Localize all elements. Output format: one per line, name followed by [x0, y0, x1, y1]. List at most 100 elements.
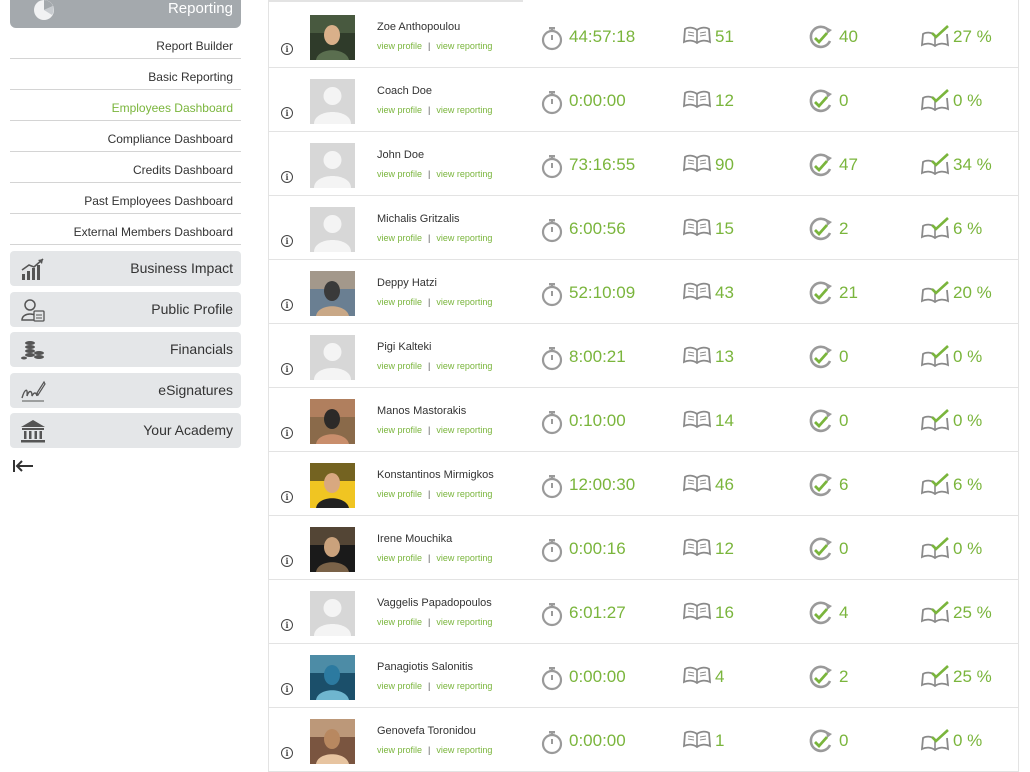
courses-value: 43 [715, 283, 734, 302]
courses-value: 15 [715, 219, 734, 238]
view-profile-link[interactable]: view profile [377, 361, 422, 371]
menu-label: Public Profile [151, 300, 233, 317]
link-separator: | [428, 105, 431, 115]
view-profile-link[interactable]: view profile [377, 553, 422, 563]
avatar [310, 271, 355, 316]
info-icon[interactable]: i [281, 171, 293, 183]
academy-icon [20, 418, 46, 444]
view-reporting-link[interactable]: view reporting [436, 169, 492, 179]
row-links: view profile | view reporting [377, 617, 492, 627]
employee-name: Deppy Hatzi [377, 277, 437, 289]
percent-value: 34 % [953, 155, 992, 174]
courses-value: 13 [715, 347, 734, 366]
completed-value: 40 [839, 27, 858, 46]
menu-financials-button[interactable]: Financials [10, 332, 241, 367]
table-row: i Coach Doe view profile | view reporting 0:0… [269, 67, 1018, 132]
view-profile-link[interactable]: view profile [377, 105, 422, 115]
time-value: 44:57:18 [569, 27, 636, 46]
employee-name: John Doe [377, 149, 425, 161]
info-icon[interactable]: i [281, 555, 293, 567]
submenu-item-credits-dashboard[interactable]: Credits Dashboard [10, 152, 241, 183]
view-reporting-link[interactable]: view reporting [436, 745, 492, 755]
info-icon[interactable]: i [281, 619, 293, 631]
view-reporting-link[interactable]: view reporting [436, 553, 492, 563]
menu-business-impact-button[interactable]: Business Impact [10, 251, 241, 286]
row-links: view profile | view reporting [377, 681, 492, 691]
table-row: i Irene Mouchika view profile | view reporti… [269, 515, 1018, 580]
menu-your-academy-button[interactable]: Your Academy [10, 413, 241, 448]
table-row: i Michalis Gritzalis view profile | view rep… [269, 195, 1018, 260]
view-profile-link[interactable]: view profile [377, 233, 422, 243]
info-icon[interactable]: i [281, 491, 293, 503]
view-profile-link[interactable]: view profile [377, 425, 422, 435]
view-reporting-link[interactable]: view reporting [436, 361, 492, 371]
courses-value: 1 [715, 731, 725, 750]
info-icon[interactable]: i [281, 299, 293, 311]
completed-value: 4 [839, 603, 849, 622]
view-reporting-link[interactable]: view reporting [436, 425, 492, 435]
time-value: 6:00:56 [569, 219, 626, 238]
row-links: view profile | view reporting [377, 169, 492, 179]
view-reporting-link[interactable]: view reporting [436, 297, 492, 307]
view-reporting-link[interactable]: view reporting [436, 233, 492, 243]
menu-label: Business Impact [130, 260, 233, 276]
view-profile-link[interactable]: view profile [377, 681, 422, 691]
view-reporting-link[interactable]: view reporting [436, 41, 492, 51]
employee-name: Genovefa Toronidou [377, 725, 476, 737]
link-separator: | [428, 425, 431, 435]
view-profile-link[interactable]: view profile [377, 489, 422, 499]
view-reporting-link[interactable]: view reporting [436, 617, 492, 627]
submenu-item-compliance-dashboard[interactable]: Compliance Dashboard [10, 121, 241, 152]
link-separator: | [428, 745, 431, 755]
row-links: view profile | view reporting [377, 745, 492, 755]
employee-name: Michalis Gritzalis [377, 213, 460, 225]
view-reporting-link[interactable]: view reporting [436, 681, 492, 691]
collapse-sidebar-icon[interactable] [12, 458, 34, 474]
info-icon[interactable]: i [281, 747, 293, 759]
time-value: 6:01:27 [569, 603, 626, 622]
submenu-item-basic-reporting[interactable]: Basic Reporting [10, 59, 241, 90]
info-icon[interactable]: i [281, 427, 293, 439]
row-links: view profile | view reporting [377, 297, 492, 307]
view-profile-link[interactable]: view profile [377, 297, 422, 307]
coins-icon [20, 337, 46, 363]
time-value: 0:00:00 [569, 667, 626, 686]
avatar [310, 79, 355, 124]
percent-value: 25 % [953, 667, 992, 686]
menu-public-profile-button[interactable]: Public Profile [10, 291, 241, 327]
menu-esignatures-button[interactable]: eSignatures [10, 372, 241, 408]
courses-value: 16 [715, 603, 734, 622]
avatar [310, 335, 355, 380]
link-separator: | [428, 681, 431, 691]
employee-name: Irene Mouchika [377, 533, 453, 545]
submenu-item-report-builder[interactable]: Report Builder [10, 28, 241, 59]
info-icon[interactable]: i [281, 43, 293, 55]
completed-value: 0 [839, 539, 849, 558]
courses-value: 90 [715, 155, 734, 174]
info-icon[interactable]: i [281, 107, 293, 119]
table-row: i Manos Mastorakis view profile | view repor… [269, 387, 1018, 452]
reporting-menu-header[interactable]: Reporting [10, 0, 241, 28]
submenu-item-external-members-dashboard[interactable]: External Members Dashboard [10, 214, 241, 245]
submenu-item-past-employees-dashboard[interactable]: Past Employees Dashboard [10, 183, 241, 214]
view-reporting-link[interactable]: view reporting [436, 105, 492, 115]
view-profile-link[interactable]: view profile [377, 617, 422, 627]
link-separator: | [428, 553, 431, 563]
percent-value: 25 % [953, 603, 992, 622]
view-profile-link[interactable]: view profile [377, 41, 422, 51]
row-links: view profile | view reporting [377, 41, 492, 51]
row-links: view profile | view reporting [377, 553, 492, 563]
completed-value: 21 [839, 283, 858, 302]
menu-label: Financials [169, 341, 233, 357]
info-icon[interactable]: i [281, 363, 293, 375]
employee-name: Panagiotis Salonitis [377, 661, 474, 673]
submenu-item-employees-dashboard[interactable]: Employees Dashboard [10, 90, 241, 121]
info-icon[interactable]: i [281, 683, 293, 695]
employee-name: Vaggelis Papadopoulos [377, 597, 492, 609]
view-reporting-link[interactable]: view reporting [436, 489, 492, 499]
avatar [310, 591, 355, 636]
row-links: view profile | view reporting [377, 233, 492, 243]
view-profile-link[interactable]: view profile [377, 169, 422, 179]
info-icon[interactable]: i [281, 235, 293, 247]
view-profile-link[interactable]: view profile [377, 745, 422, 755]
